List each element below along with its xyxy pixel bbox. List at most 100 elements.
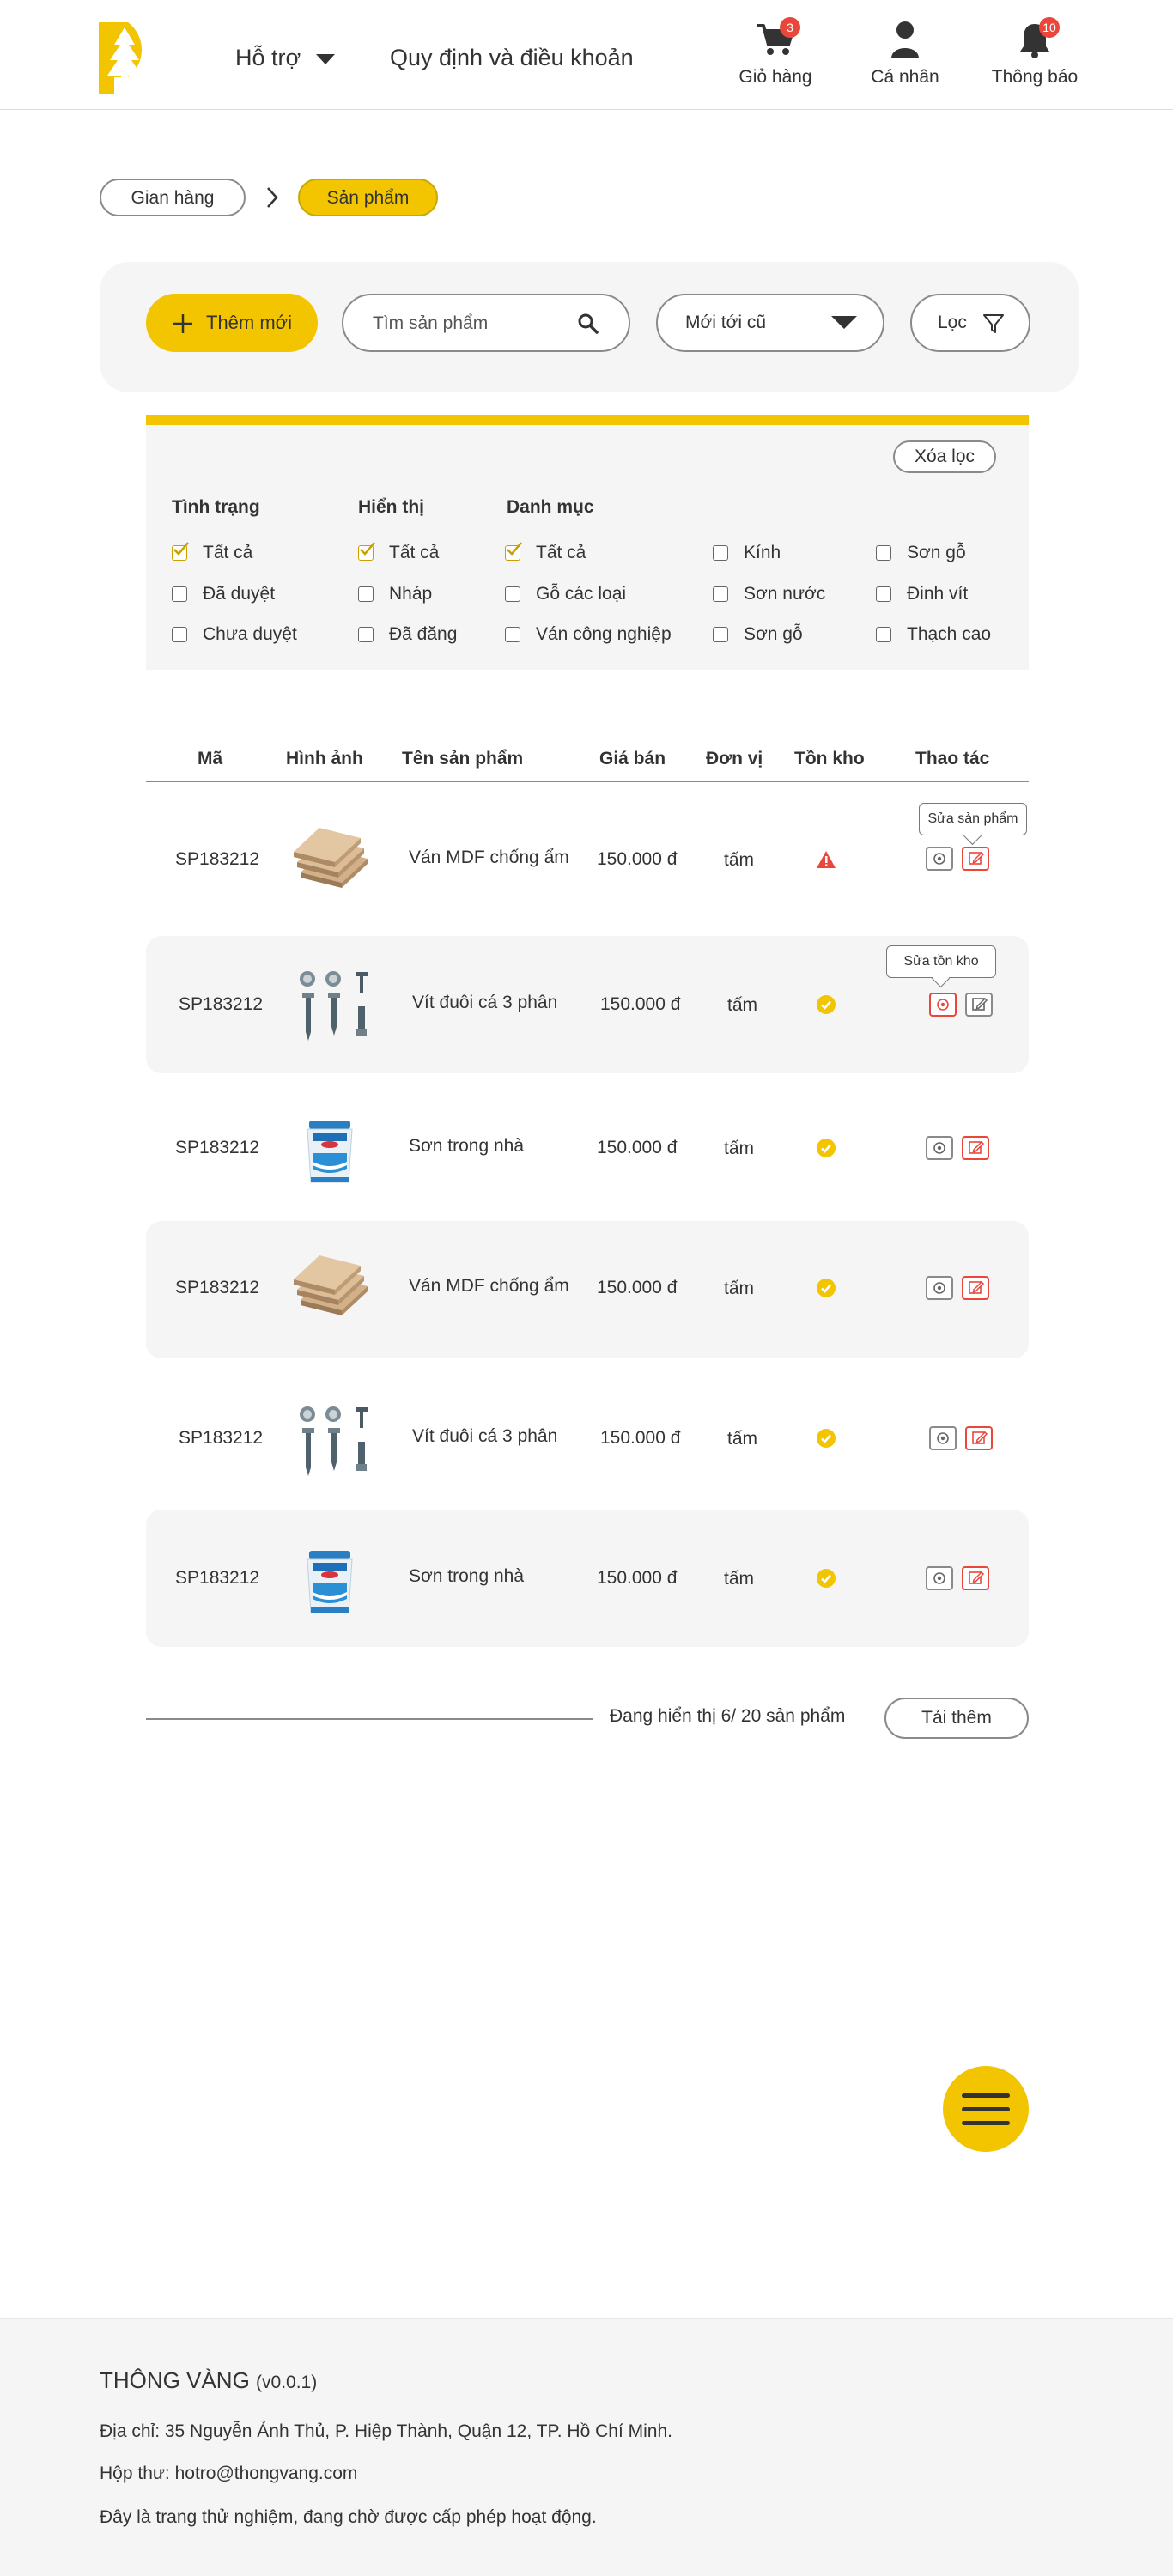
table-row[interactable]: SP183212 Ván MDF chống ẩm 150.000 đ tấm (146, 1221, 1029, 1358)
cart-icon: 3 (754, 17, 800, 60)
display-filter-all[interactable]: Tất cả (358, 542, 440, 563)
product-code: SP183212 (175, 849, 260, 869)
status-filter-pending[interactable]: Chưa duyệt (172, 624, 297, 645)
view-button[interactable] (926, 1276, 953, 1300)
footer-email[interactable]: Hộp thư: hotro@thongvang.com (100, 2464, 357, 2484)
checkbox-checked-icon (358, 542, 375, 561)
category-filter-screws[interactable]: Đinh vít (876, 584, 968, 605)
table-row[interactable]: SP183212 Sơn trong nhà 150.000 đ tấm (146, 1510, 1029, 1647)
edit-button[interactable] (962, 1136, 989, 1160)
category-filter-gypsum[interactable]: Thạch cao (876, 624, 991, 645)
product-name[interactable]: Sơn trong nhà (409, 1566, 524, 1587)
product-price: 150.000 đ (597, 1568, 678, 1588)
display-filter-draft[interactable]: Nháp (358, 584, 432, 605)
table-row[interactable]: SP183212 Ván MDF chống ẩm 150.000 đ tấm … (146, 790, 1029, 927)
hamburger-icon (962, 2107, 1010, 2111)
display-option-label: Tất cả (389, 543, 440, 562)
profile-button[interactable]: Cá nhân (854, 19, 957, 88)
edit-button[interactable] (965, 1426, 993, 1450)
product-image-paint (289, 1114, 371, 1189)
search-input[interactable] (373, 309, 579, 338)
edit-button[interactable] (962, 1276, 989, 1300)
table-row[interactable]: SP183212 Vít đuôi cá 3 phân 150.000 đ tấ… (146, 936, 1029, 1073)
status-filter-all[interactable]: Tất cả (172, 542, 253, 563)
stock-warning-icon (816, 849, 836, 870)
display-filter-published[interactable]: Đã đăng (358, 624, 457, 645)
sort-select[interactable]: Mới tới cũ (656, 294, 884, 352)
table-row[interactable]: SP183212 Vít đuôi cá 3 phân 150.000 đ tấ… (146, 1371, 1029, 1509)
category-option-label: Đinh vít (907, 584, 969, 604)
edit-icon (967, 994, 991, 1015)
view-button[interactable] (926, 1566, 953, 1590)
checkbox-icon (713, 586, 728, 602)
product-name[interactable]: Vít đuôi cá 3 phân (412, 993, 557, 1013)
view-icon (931, 1428, 955, 1449)
notifications-button[interactable]: 10 Thông báo (983, 17, 1086, 88)
status-option-label: Tất cả (203, 543, 253, 562)
category-filter-all[interactable]: Tất cả (505, 542, 586, 563)
breadcrumb-shop[interactable]: Gian hàng (100, 179, 246, 216)
category-filter-wood-paint[interactable]: Sơn gỗ (713, 624, 803, 645)
product-name[interactable]: Ván MDF chống ẩm (409, 1276, 569, 1297)
brand-logo[interactable] (99, 22, 162, 94)
stock-button[interactable] (929, 993, 957, 1017)
menu-fab-button[interactable] (943, 2066, 1029, 2152)
status-filter-approved[interactable]: Đã duyệt (172, 584, 275, 605)
view-icon (927, 1568, 951, 1589)
nav-support[interactable]: Hỗ trợ (235, 45, 336, 71)
cart-button[interactable]: 3 Giỏ hàng (724, 17, 827, 88)
filter-button[interactable]: Lọc (910, 294, 1030, 352)
load-more-button[interactable]: Tải thêm (884, 1698, 1029, 1739)
edit-icon (963, 848, 988, 869)
view-button[interactable] (926, 1136, 953, 1160)
table-row[interactable]: SP183212 Sơn trong nhà 150.000 đ tấm (146, 1079, 1029, 1217)
product-unit: tấm (724, 850, 755, 870)
chevron-right-icon (267, 187, 278, 208)
column-header-name: Tên sản phẩm (402, 749, 524, 769)
user-icon (884, 19, 927, 60)
sort-value: Mới tới cũ (685, 313, 767, 332)
table-header-divider (146, 781, 1029, 782)
product-search[interactable] (342, 294, 630, 352)
breadcrumb-products[interactable]: Sản phẩm (298, 179, 438, 216)
product-name[interactable]: Vít đuôi cá 3 phân (412, 1426, 557, 1447)
edit-button[interactable] (962, 1566, 989, 1590)
view-button[interactable] (926, 847, 953, 871)
product-code: SP183212 (175, 1278, 260, 1297)
edit-icon (967, 1428, 991, 1449)
product-image-mdf (292, 828, 374, 903)
category-filter-glass[interactable]: Kính (713, 543, 781, 563)
product-price: 150.000 đ (597, 1278, 678, 1297)
category-option-label: Ván công nghiệp (536, 624, 672, 644)
footer-version: (v0.0.1) (256, 2372, 318, 2392)
category-filter-water-paint[interactable]: Sơn nước (713, 584, 825, 605)
stock-ok-icon (816, 1568, 836, 1589)
edit-button[interactable] (962, 847, 989, 871)
category-filter-plywood[interactable]: Ván công nghiệp (505, 624, 672, 645)
category-filter-title: Danh mục (507, 497, 594, 517)
hamburger-icon (962, 2093, 1010, 2098)
product-image-mdf (292, 1255, 374, 1331)
edit-icon (963, 1568, 988, 1589)
add-product-button[interactable]: Thêm mới (146, 294, 318, 352)
category-option-label: Thạch cao (907, 624, 992, 644)
footer-address: Địa chỉ: 35 Nguyễn Ảnh Thủ, P. Hiệp Thàn… (100, 2421, 672, 2441)
status-option-label: Chưa duyệt (203, 624, 297, 644)
view-button[interactable] (929, 1426, 957, 1450)
nav-rules[interactable]: Quy định và điều khoản (390, 45, 634, 71)
category-filter-wood-paint-2[interactable]: Sơn gỗ (876, 543, 966, 563)
search-icon[interactable] (577, 313, 599, 335)
checkbox-icon (876, 545, 891, 561)
site-header: Hỗ trợ Quy định và điều khoản 3 Giỏ hàng… (0, 0, 1173, 110)
tooltip-edit-product: Sửa sản phẩm (919, 803, 1027, 835)
clear-filter-button[interactable]: Xóa lọc (893, 440, 996, 473)
notifications-label: Thông báo (991, 67, 1079, 87)
filter-label: Lọc (938, 313, 967, 332)
product-name[interactable]: Ván MDF chống ẩm (409, 848, 569, 868)
product-image-screws (292, 967, 374, 1042)
category-filter-wood[interactable]: Gỗ các loại (505, 584, 626, 605)
product-name[interactable]: Sơn trong nhà (409, 1136, 524, 1157)
product-code: SP183212 (179, 994, 264, 1014)
product-image-paint (289, 1544, 371, 1619)
edit-button[interactable] (965, 993, 993, 1017)
